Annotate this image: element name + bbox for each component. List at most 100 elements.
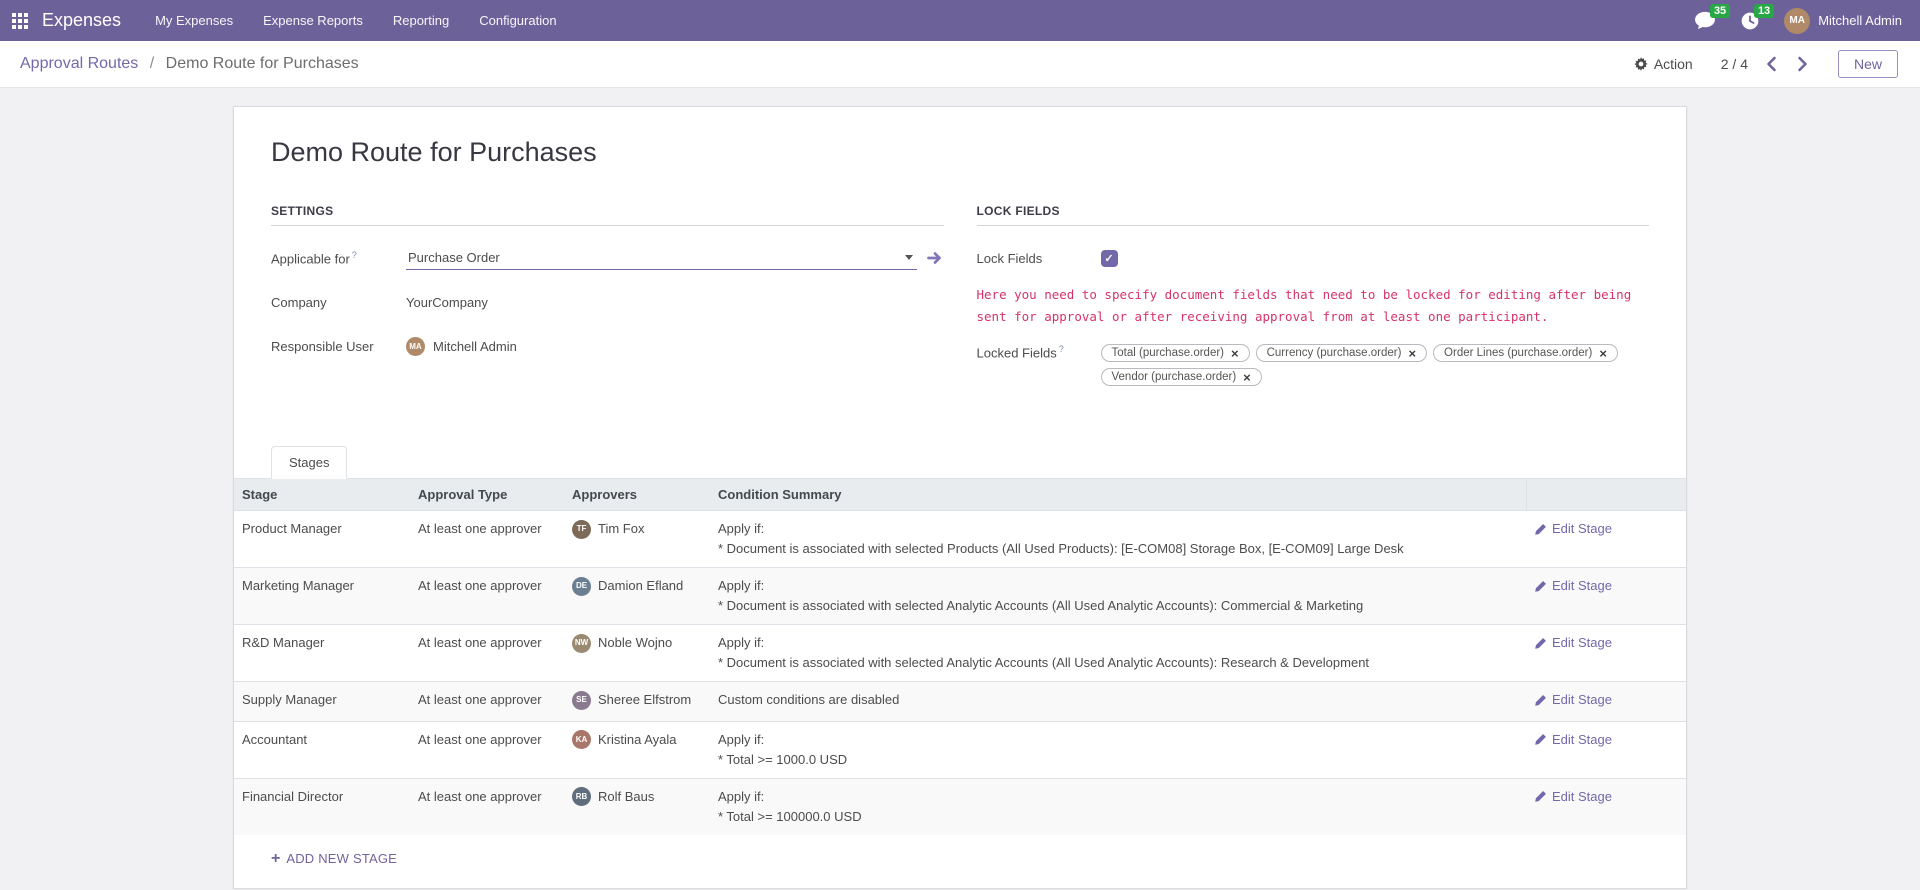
lock-fields-help-text: Here you need to specify document fields… <box>977 284 1651 328</box>
condition-summary-cell: Apply if:* Document is associated with s… <box>710 625 1526 682</box>
lock-fields-section: LOCK FIELDS Lock Fields ✓ Here you need … <box>977 204 1650 402</box>
approver-avatar: NW <box>572 634 591 653</box>
pager-previous-button[interactable] <box>1764 54 1779 74</box>
stage-cell: Accountant <box>234 721 410 778</box>
applicable-for-value: Purchase Order <box>408 250 500 265</box>
edit-stage-button[interactable]: Edit Stage <box>1534 730 1612 750</box>
stage-cell: Marketing Manager <box>234 568 410 625</box>
pencil-icon <box>1534 637 1547 650</box>
main-menu: My Expenses Expense Reports Reporting Co… <box>155 13 556 28</box>
company-row: Company YourCompany <box>271 288 944 316</box>
menu-configuration[interactable]: Configuration <box>479 13 556 28</box>
action-menu-button[interactable]: Action <box>1634 56 1693 72</box>
help-icon: ? <box>1059 344 1064 354</box>
approvers-cell: TFTim Fox <box>564 511 710 568</box>
applicable-for-field[interactable]: Purchase Order <box>406 247 917 270</box>
pencil-icon <box>1534 694 1547 707</box>
column-header-actions <box>1526 479 1686 511</box>
locked-field-tag[interactable]: Vendor (purchase.order)× <box>1101 368 1262 386</box>
chevron-right-icon <box>1797 56 1808 72</box>
company-field[interactable]: YourCompany <box>406 295 488 310</box>
table-row: Financial Director At least one approver… <box>234 778 1686 835</box>
edit-stage-button[interactable]: Edit Stage <box>1534 633 1612 653</box>
responsible-user-label: Responsible User <box>271 339 406 354</box>
form-sheet: Demo Route for Purchases SETTINGS Applic… <box>233 106 1687 889</box>
locked-field-tag[interactable]: Currency (purchase.order)× <box>1256 344 1427 362</box>
approvers-cell: KAKristina Ayala <box>564 721 710 778</box>
responsible-user-field[interactable]: MA Mitchell Admin <box>406 337 517 356</box>
apps-menu-icon[interactable] <box>12 13 28 29</box>
remove-tag-icon[interactable]: × <box>1408 348 1416 359</box>
plus-icon: + <box>271 852 280 865</box>
responsible-user-row: Responsible User MA Mitchell Admin <box>271 332 944 360</box>
notebook-tabs: Stages <box>234 446 1686 479</box>
column-header-stage: Stage <box>234 479 410 511</box>
remove-tag-icon[interactable]: × <box>1231 348 1239 359</box>
messages-button[interactable]: 35 <box>1694 11 1716 30</box>
activities-button[interactable]: 13 <box>1740 11 1760 31</box>
stage-cell: Product Manager <box>234 511 410 568</box>
gear-icon <box>1634 57 1648 71</box>
lock-fields-section-title: LOCK FIELDS <box>977 204 1650 226</box>
menu-expense-reports[interactable]: Expense Reports <box>263 13 363 28</box>
company-label: Company <box>271 295 406 310</box>
approvers-cell: SESheree Elfstrom <box>564 682 710 722</box>
new-button[interactable]: New <box>1838 50 1898 78</box>
approval-type-cell: At least one approver <box>410 625 564 682</box>
condition-summary-cell: Apply if:* Document is associated with s… <box>710 568 1526 625</box>
edit-stage-button[interactable]: Edit Stage <box>1534 519 1612 539</box>
pager-next-button[interactable] <box>1795 54 1810 74</box>
breadcrumb-separator: / <box>150 55 154 72</box>
user-avatar: MA <box>1784 8 1810 34</box>
internal-link-button[interactable] <box>926 250 944 266</box>
table-row: Marketing Manager At least one approver … <box>234 568 1686 625</box>
breadcrumb-parent-link[interactable]: Approval Routes <box>20 55 138 72</box>
app-name[interactable]: Expenses <box>42 10 121 31</box>
lock-fields-label: Lock Fields <box>977 251 1101 266</box>
table-row: Supply Manager At least one approver SES… <box>234 682 1686 722</box>
approval-type-cell: At least one approver <box>410 568 564 625</box>
edit-stage-button[interactable]: Edit Stage <box>1534 690 1612 710</box>
pencil-icon <box>1534 523 1547 536</box>
locked-field-tag[interactable]: Order Lines (purchase.order)× <box>1433 344 1618 362</box>
pager[interactable]: 2 / 4 <box>1721 56 1748 72</box>
action-label: Action <box>1654 56 1693 72</box>
remove-tag-icon[interactable]: × <box>1243 372 1251 383</box>
menu-reporting[interactable]: Reporting <box>393 13 449 28</box>
approver-avatar: DE <box>572 577 591 596</box>
activities-badge: 13 <box>1754 4 1774 18</box>
pencil-icon <box>1534 580 1547 593</box>
table-row: R&D Manager At least one approver NWNobl… <box>234 625 1686 682</box>
approver-avatar: TF <box>572 520 591 539</box>
stage-cell: R&D Manager <box>234 625 410 682</box>
approval-type-cell: At least one approver <box>410 778 564 835</box>
menu-my-expenses[interactable]: My Expenses <box>155 13 233 28</box>
dropdown-caret-icon <box>905 255 913 260</box>
column-header-approval-type: Approval Type <box>410 479 564 511</box>
lock-fields-row: Lock Fields ✓ <box>977 244 1650 272</box>
stages-table: Stage Approval Type Approvers Condition … <box>234 479 1686 835</box>
column-header-condition-summary: Condition Summary <box>710 479 1526 511</box>
stage-cell: Supply Manager <box>234 682 410 722</box>
locked-fields-label: Locked Fields? <box>977 344 1101 360</box>
edit-stage-button[interactable]: Edit Stage <box>1534 576 1612 596</box>
condition-summary-cell: Apply if:* Total >= 100000.0 USD <box>710 778 1526 835</box>
tab-stages[interactable]: Stages <box>271 446 347 479</box>
applicable-for-row: Applicable for? Purchase Order <box>271 244 944 272</box>
control-panel: Approval Routes / Demo Route for Purchas… <box>0 41 1920 88</box>
applicable-for-label: Applicable for? <box>271 250 406 266</box>
settings-section-title: SETTINGS <box>271 204 944 226</box>
locked-field-tag[interactable]: Total (purchase.order)× <box>1101 344 1250 362</box>
condition-summary-cell: Custom conditions are disabled <box>710 682 1526 722</box>
lock-fields-checkbox[interactable]: ✓ <box>1101 250 1118 267</box>
condition-summary-cell: Apply if:* Document is associated with s… <box>710 511 1526 568</box>
edit-stage-button[interactable]: Edit Stage <box>1534 787 1612 807</box>
approver-avatar: SE <box>572 691 591 710</box>
approval-type-cell: At least one approver <box>410 721 564 778</box>
locked-fields-row: Locked Fields? Total (purchase.order)× C… <box>977 344 1650 386</box>
add-new-stage-button[interactable]: + ADD NEW STAGE <box>234 835 1686 874</box>
user-menu[interactable]: MA Mitchell Admin <box>1784 8 1902 34</box>
arrow-right-icon <box>926 250 944 266</box>
pencil-icon <box>1534 790 1547 803</box>
remove-tag-icon[interactable]: × <box>1599 348 1607 359</box>
